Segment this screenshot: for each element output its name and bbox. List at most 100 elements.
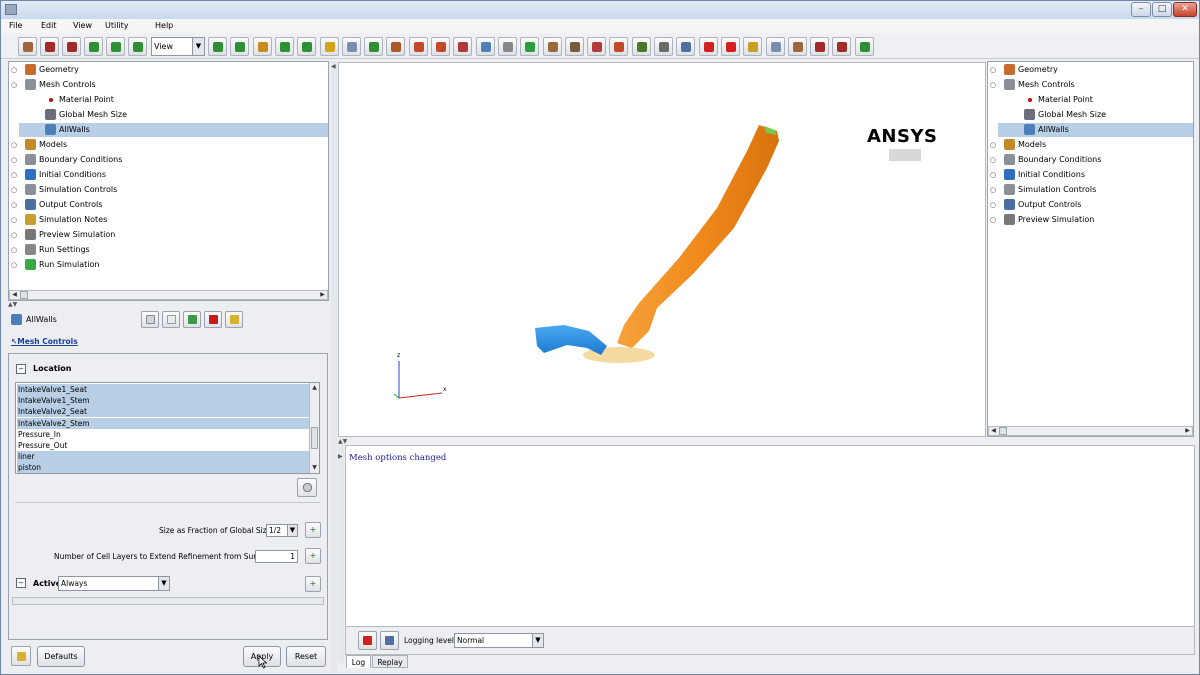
tree-item-boundary-conditions[interactable]: ○ Boundary Conditions xyxy=(9,153,328,167)
geometry-render[interactable] xyxy=(339,63,987,438)
expand-toggle-icon[interactable]: ○ xyxy=(11,198,19,212)
expand-toggle-icon[interactable]: ○ xyxy=(11,78,19,92)
mesh-e-button[interactable] xyxy=(230,37,250,56)
probe-button[interactable] xyxy=(587,37,607,56)
report-button[interactable] xyxy=(720,37,740,56)
surface-button[interactable] xyxy=(453,37,473,56)
tree-item-geometry[interactable]: ○ Geometry xyxy=(9,63,328,77)
tree-item-models[interactable]: ○ Models xyxy=(988,138,1193,152)
tree-item-geometry[interactable]: ○ Geometry xyxy=(988,63,1193,77)
drop-button[interactable] xyxy=(787,37,807,56)
collapse-active-toggle[interactable]: − xyxy=(16,578,26,588)
save-as-button[interactable] xyxy=(62,37,81,56)
points-button[interactable] xyxy=(497,37,517,56)
vertical-splitter[interactable]: ◀ xyxy=(331,61,337,673)
3d-viewport[interactable]: ANSYS z x xyxy=(338,62,986,437)
reset-button[interactable]: Reset xyxy=(286,646,326,667)
copy-button[interactable] xyxy=(162,311,180,328)
cell-layers-input[interactable]: 1 xyxy=(255,550,298,563)
tree-item-output-controls[interactable]: ○ Output Controls xyxy=(988,198,1193,212)
size-fraction-select[interactable]: 1/2 ▼ xyxy=(266,524,298,537)
select-button[interactable] xyxy=(364,37,384,56)
scroll-down-icon[interactable]: ▼ xyxy=(310,464,319,472)
scroll-right-icon[interactable]: ▶ xyxy=(318,291,327,299)
ruler-button[interactable] xyxy=(654,37,673,56)
mesh-a-button[interactable] xyxy=(84,37,103,56)
tree-item-initial-conditions[interactable]: ○ Initial Conditions xyxy=(988,168,1193,182)
minimize-button[interactable]: – xyxy=(1131,2,1151,17)
notes-button[interactable] xyxy=(11,646,31,666)
expand-toggle-icon[interactable]: ○ xyxy=(11,243,19,257)
chevron-down-icon[interactable]: ▼ xyxy=(287,525,297,536)
mesh-b-button[interactable] xyxy=(106,37,125,56)
tree-item-allwalls[interactable]: AllWalls xyxy=(998,123,1193,137)
expand-toggle-icon[interactable]: ○ xyxy=(11,213,19,227)
tree-item-material-point[interactable]: Material Point xyxy=(998,93,1193,107)
location-list-item[interactable]: liner xyxy=(17,451,309,463)
location-list-item[interactable]: IntakeValve1_Stem xyxy=(17,395,309,407)
blank-button[interactable] xyxy=(341,37,361,56)
settings-button[interactable] xyxy=(832,37,852,56)
cut-button[interactable] xyxy=(520,37,540,56)
stop-button[interactable] xyxy=(743,37,763,56)
maximize-button[interactable]: □ xyxy=(1152,2,1172,17)
expand-toggle-icon[interactable]: ○ xyxy=(990,78,998,92)
location-list-item[interactable]: IntakeValve2_Seat xyxy=(17,406,309,418)
location-list[interactable]: IntakeValve1_Seat IntakeValve1_Stem Intake… xyxy=(15,382,320,474)
color-button[interactable] xyxy=(475,37,495,56)
splitter-arrows-icon[interactable]: ▲▼ xyxy=(338,438,347,445)
scroll-left-icon[interactable]: ◀ xyxy=(989,427,998,435)
scroll-left-icon[interactable]: ◀ xyxy=(10,291,19,299)
expand-toggle-icon[interactable]: ○ xyxy=(990,153,998,167)
defaults-button[interactable]: Defaults xyxy=(37,646,85,667)
tree-item-preview-simulation[interactable]: ○ Preview Simulation xyxy=(9,228,328,242)
splitter-arrow-icon[interactable]: ▶ xyxy=(338,453,343,460)
expand-toggle-icon[interactable]: ○ xyxy=(11,228,19,242)
intake-runner-orange[interactable] xyxy=(617,125,779,348)
save-button[interactable] xyxy=(40,37,59,56)
tree-item-simulation-controls[interactable]: ○ Simulation Controls xyxy=(9,183,328,197)
tree-item-allwalls[interactable]: AllWalls xyxy=(19,123,328,137)
box-button[interactable] xyxy=(431,37,450,56)
menu-view[interactable]: View xyxy=(73,21,92,30)
tree-item-global-mesh-size[interactable]: Global Mesh Size xyxy=(998,108,1193,122)
scroll-thumb[interactable] xyxy=(311,427,318,449)
pan-button[interactable] xyxy=(274,37,294,56)
location-list-item[interactable]: Pressure_Out xyxy=(17,440,309,451)
fire-button[interactable] xyxy=(542,37,562,56)
menu-edit[interactable]: Edit xyxy=(41,21,57,30)
horizontal-scrollbar[interactable] xyxy=(12,597,324,605)
splitter-arrows-icon[interactable]: ▲▼ xyxy=(8,301,17,308)
mesh-d-button[interactable] xyxy=(208,37,227,56)
view-reset-button[interactable] xyxy=(252,37,272,56)
collapse-location-toggle[interactable]: − xyxy=(16,364,26,374)
refresh-button[interactable] xyxy=(183,311,201,328)
menu-utility[interactable]: Utility xyxy=(105,21,129,30)
location-list-scrollbar[interactable]: ▲ ▼ xyxy=(309,383,319,473)
tree-item-output-controls[interactable]: ○ Output Controls xyxy=(9,198,328,212)
clear-log-button[interactable] xyxy=(358,631,377,650)
active-select[interactable]: Always ▼ xyxy=(58,576,170,591)
tree-item-models[interactable]: ○ Models xyxy=(9,138,328,152)
expand-toggle-icon[interactable]: ○ xyxy=(11,138,19,152)
right-tree-hscrollbar[interactable]: ◀ ▶ xyxy=(988,426,1193,436)
check-button[interactable] xyxy=(676,37,696,56)
expand-toggle-icon[interactable]: ○ xyxy=(990,138,998,152)
open-button[interactable] xyxy=(18,37,37,56)
tree-item-global-mesh-size[interactable]: Global Mesh Size xyxy=(19,108,328,122)
move-fwd-button[interactable] xyxy=(319,37,339,56)
breadcrumb-mesh-controls[interactable]: ↖Mesh Controls xyxy=(11,337,78,346)
extra-button[interactable] xyxy=(854,37,874,56)
tree-item-simulation-notes[interactable]: ○ Simulation Notes xyxy=(9,213,328,227)
view-combo[interactable]: View ▼ xyxy=(151,37,205,56)
expand-toggle-icon[interactable]: ○ xyxy=(990,183,998,197)
expand-toggle-icon[interactable]: ○ xyxy=(11,63,19,77)
mesh-c-button[interactable] xyxy=(128,37,147,56)
location-list-item[interactable]: IntakeValve1_Seat xyxy=(17,384,309,395)
expand-toggle-icon[interactable]: ○ xyxy=(11,153,19,167)
chevron-down-icon[interactable]: ▼ xyxy=(158,577,169,590)
scroll-thumb[interactable] xyxy=(20,291,28,299)
zoom-button[interactable] xyxy=(386,37,406,56)
save-log-button[interactable] xyxy=(380,631,399,650)
tree-item-mesh-controls[interactable]: ○ Mesh Controls xyxy=(9,78,328,92)
